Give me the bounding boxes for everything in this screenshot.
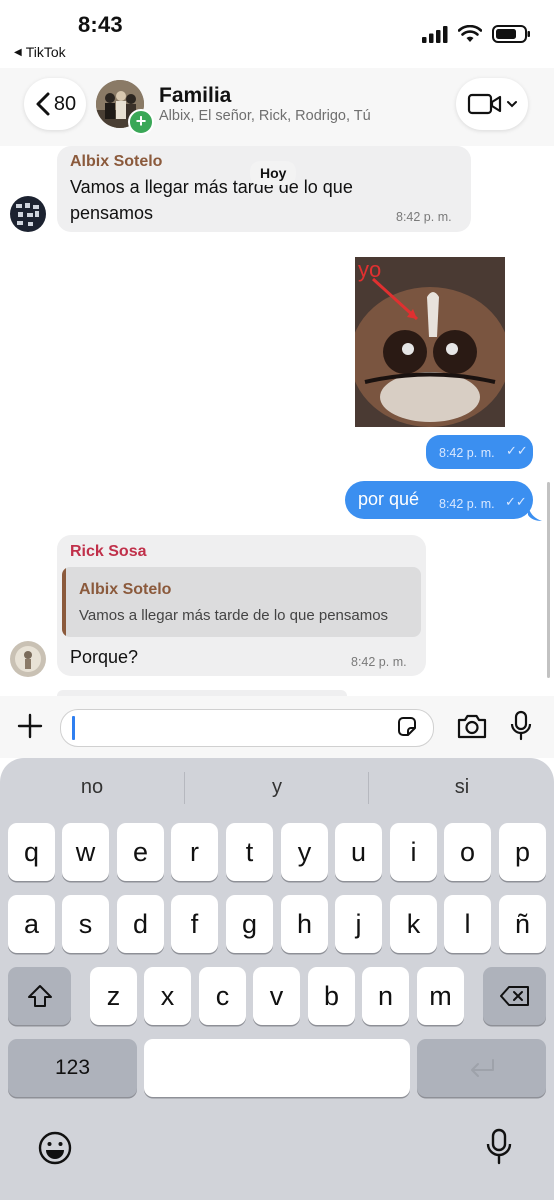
sender-avatar-rick[interactable]	[10, 641, 46, 677]
unread-count: 80	[53, 92, 77, 115]
sent-image[interactable]: yo	[355, 257, 505, 427]
key-g[interactable]: g	[226, 895, 273, 953]
space-key[interactable]	[144, 1039, 410, 1097]
key-h[interactable]: h	[281, 895, 328, 953]
double-check-icon: ✓✓	[505, 494, 527, 509]
back-to-app-link[interactable]: ◀ TikTok	[14, 44, 66, 60]
text-caret	[72, 716, 75, 740]
key-b[interactable]: b	[308, 967, 355, 1025]
chevron-left-icon	[36, 92, 50, 116]
status-icons	[422, 24, 532, 44]
emoji-icon[interactable]	[37, 1130, 73, 1166]
battery-icon	[492, 25, 530, 43]
key-j[interactable]: j	[335, 895, 382, 953]
key-l[interactable]: l	[444, 895, 491, 953]
bubble-tail	[528, 505, 542, 521]
key-k[interactable]: k	[390, 895, 437, 953]
reply-quote[interactable]: Albix Sotelo Vamos a llegar más tarde de…	[62, 567, 421, 637]
message-text-line2: pensamos	[70, 203, 154, 223]
suggestion-divider	[368, 772, 369, 804]
message-bubble-4[interactable]: Rick Sosa Albix Sotelo Vamos a llegar má…	[57, 535, 426, 676]
chat-title[interactable]: Familia	[159, 84, 231, 108]
back-triangle-icon: ◀	[14, 46, 22, 58]
key-f[interactable]: f	[171, 895, 218, 953]
message-bubble-3[interactable]: por qué 8:42 p. m. ✓✓	[345, 481, 533, 519]
message-time: 8:42 p. m.	[396, 210, 452, 224]
shift-key[interactable]	[8, 967, 71, 1025]
image-caption: yo	[358, 257, 381, 282]
delete-key[interactable]	[483, 967, 546, 1025]
key-d[interactable]: d	[117, 895, 164, 953]
avatar-photo	[10, 641, 46, 677]
meme-image: yo	[355, 257, 505, 427]
key-p[interactable]: p	[499, 823, 546, 881]
message-sender: Rick Sosa	[70, 543, 147, 560]
chat-members[interactable]: Albix, El señor, Rick, Rodrigo, Tú	[159, 108, 371, 124]
key-t[interactable]: t	[226, 823, 273, 881]
suggestion-divider	[184, 772, 185, 804]
plus-icon[interactable]	[16, 712, 44, 740]
key-y[interactable]: y	[281, 823, 328, 881]
wifi-icon	[458, 25, 482, 42]
add-member-icon[interactable]: +	[128, 109, 154, 135]
chevron-down-icon	[506, 101, 517, 108]
key-u[interactable]: u	[335, 823, 382, 881]
day-separator: Hoy	[250, 161, 297, 185]
reply-text: Vamos a llegar más tarde de lo que pensa…	[79, 607, 389, 624]
video-camera-icon	[467, 93, 501, 115]
status-time: 8:43	[78, 12, 123, 37]
dictation-microphone-icon[interactable]	[486, 1128, 512, 1166]
key-v[interactable]: v	[253, 967, 300, 1025]
suggestion-2[interactable]: y	[217, 776, 337, 799]
image-time-bubble: 8:42 p. m. ✓✓	[426, 435, 533, 469]
key-a[interactable]: a	[8, 895, 55, 953]
return-key[interactable]	[417, 1039, 546, 1097]
sender-avatar-albix[interactable]	[10, 196, 46, 232]
backspace-icon	[499, 986, 529, 1006]
message-input[interactable]	[60, 709, 434, 747]
key-w[interactable]: w	[62, 823, 109, 881]
reply-sender: Albix Sotelo	[79, 581, 172, 598]
suggestion-1[interactable]: no	[32, 776, 152, 799]
double-check-icon: ✓✓	[506, 443, 528, 458]
reply-bar	[62, 567, 66, 637]
back-button[interactable]: 80	[24, 78, 86, 130]
message-time: 8:42 p. m.	[351, 655, 407, 669]
return-icon	[470, 1059, 494, 1077]
key-q[interactable]: q	[8, 823, 55, 881]
key-n[interactable]: n	[362, 967, 409, 1025]
avatar-photo	[10, 196, 46, 232]
camera-icon[interactable]	[456, 712, 488, 740]
suggestion-3[interactable]: si	[402, 776, 522, 799]
sticker-icon[interactable]	[395, 715, 419, 739]
message-text: Porque?	[70, 647, 139, 667]
message-sender: Albix Sotelo	[70, 153, 163, 170]
back-app-label: TikTok	[25, 44, 66, 60]
shift-icon	[27, 985, 52, 1007]
key-r[interactable]: r	[171, 823, 218, 881]
message-time: 8:42 p. m.	[439, 497, 495, 511]
key-i[interactable]: i	[390, 823, 437, 881]
key-c[interactable]: c	[199, 967, 246, 1025]
key-e[interactable]: e	[117, 823, 164, 881]
message-text-line1: Vamos a llegar más tarde de lo que	[70, 177, 353, 197]
message-time: 8:42 p. m.	[439, 446, 495, 460]
video-call-button[interactable]	[456, 78, 528, 130]
microphone-icon[interactable]	[510, 710, 532, 742]
numbers-key[interactable]: 123	[8, 1039, 137, 1097]
key-s[interactable]: s	[62, 895, 109, 953]
message-text: por qué	[358, 489, 420, 509]
message-bubble-1[interactable]: Albix Sotelo Vamos a llegar más tarde de…	[57, 146, 471, 232]
key-x[interactable]: x	[144, 967, 191, 1025]
key-m[interactable]: m	[417, 967, 464, 1025]
key-n-tilde[interactable]: ñ	[499, 895, 546, 953]
key-o[interactable]: o	[444, 823, 491, 881]
scrollbar[interactable]	[547, 482, 550, 678]
key-z[interactable]: z	[90, 967, 137, 1025]
signal-icon	[422, 26, 448, 43]
